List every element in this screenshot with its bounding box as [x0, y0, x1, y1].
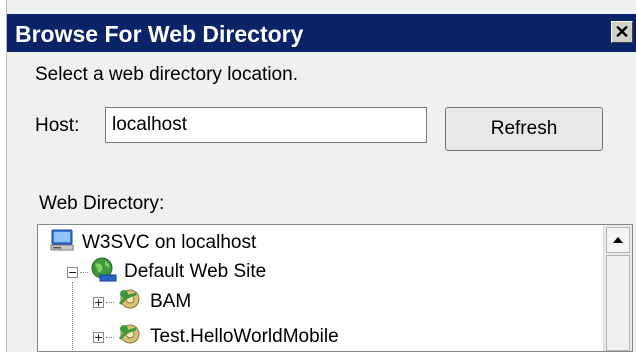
expand-toggle[interactable]: + [93, 331, 104, 343]
vertical-scrollbar[interactable] [603, 225, 632, 351]
web-directory-tree[interactable]: W3SVC on localhost − Default Web Site + [37, 224, 633, 352]
tree-connector-dots [80, 271, 88, 273]
tree-connector-line [72, 282, 73, 351]
scroll-up-button[interactable] [606, 227, 630, 253]
tree-item-label: Default Web Site [124, 261, 267, 282]
gear-globe-icon [116, 321, 144, 351]
server-computer-icon [50, 228, 76, 258]
web-directory-label: Web Directory: [39, 193, 165, 214]
tree-item-w3svc[interactable]: W3SVC on localhost [50, 229, 256, 257]
tree-item-default-web-site[interactable]: − Default Web Site [67, 256, 267, 288]
host-label: Host: [35, 115, 80, 136]
tree-item-label: W3SVC on localhost [82, 232, 257, 253]
scroll-up-arrow-icon [613, 237, 623, 243]
instruction-text: Select a web directory location. [35, 64, 298, 85]
tree-item-test-helloworldmobile[interactable]: + Test.HelloWorldMobile [93, 323, 339, 351]
close-button[interactable]: ✕ [611, 21, 633, 43]
gear-globe-icon [116, 286, 144, 318]
refresh-button[interactable]: Refresh [445, 107, 603, 151]
host-input[interactable] [105, 107, 427, 143]
scroll-thumb[interactable] [606, 255, 630, 351]
dialog-title: Browse For Web Directory [15, 21, 304, 47]
tree-connector-dots [106, 336, 114, 338]
globe-site-icon [90, 256, 118, 288]
title-bar: Browse For Web Directory ✕ [7, 14, 636, 52]
tree-item-label: Test.HelloWorldMobile [150, 326, 339, 347]
expand-toggle[interactable]: + [93, 296, 104, 308]
close-icon: ✕ [614, 22, 630, 42]
tree-item-label: BAM [150, 291, 192, 312]
browse-web-directory-dialog: Browse For Web Directory ✕ Select a web … [6, 0, 636, 352]
collapse-toggle[interactable]: − [67, 266, 78, 278]
tree-item-bam[interactable]: + BAM [93, 288, 191, 316]
tree-connector-dots [106, 301, 114, 303]
